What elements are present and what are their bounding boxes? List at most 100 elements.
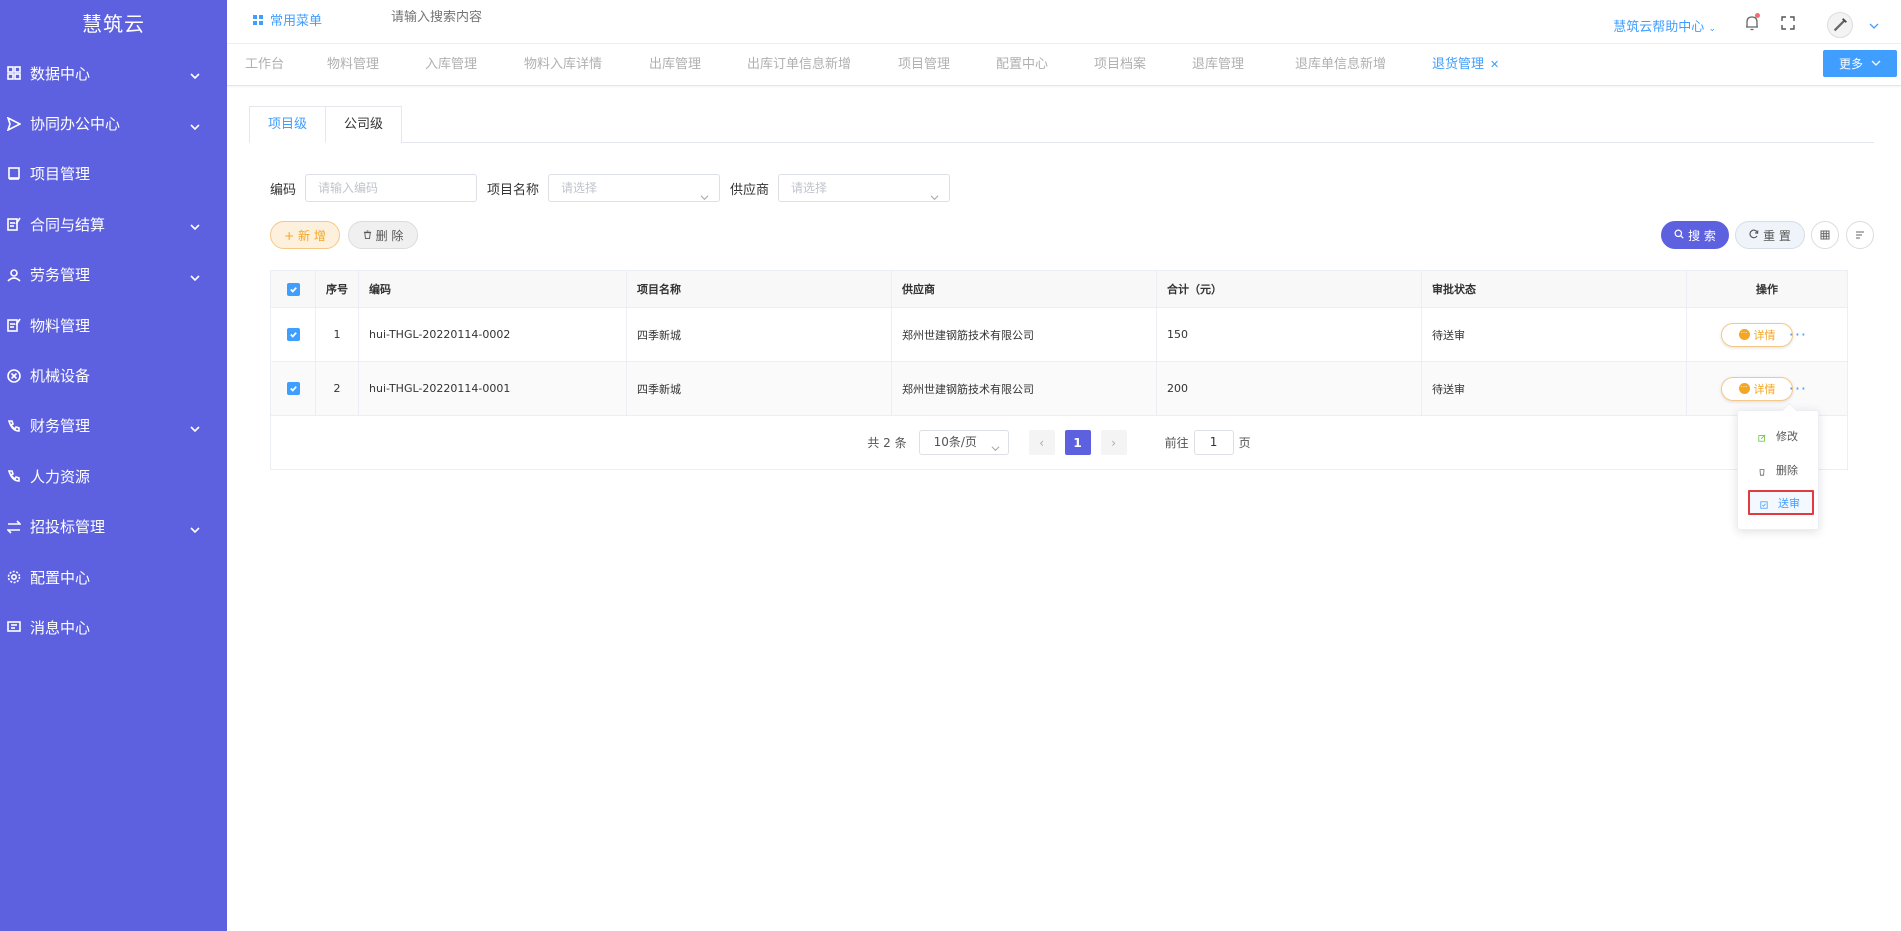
more-circle-icon: ··· — [1738, 329, 1750, 340]
search-button[interactable]: 搜 索 — [1661, 221, 1729, 249]
table-row: 2 hui-THGL-20220114-0001 四季新城 郑州世建钢筋技术有限… — [271, 362, 1847, 416]
message-icon — [6, 619, 22, 635]
tab-project-level[interactable]: 项目级 — [249, 106, 327, 143]
tab-outbound-management[interactable]: 出库管理 — [649, 44, 701, 86]
tab-inbound-management[interactable]: 入库管理 — [425, 44, 477, 86]
more-actions-icon[interactable]: ··· — [1789, 326, 1807, 342]
total-count: 共 2 条 — [867, 436, 907, 450]
help-center-link[interactable]: 慧筑云帮助中心 ⌄ — [1613, 16, 1716, 35]
project-name-select[interactable]: 请选择 — [548, 174, 721, 202]
sidebar-item-label: 配置中心 — [30, 568, 91, 587]
goto-page-input[interactable]: 1 — [1193, 430, 1234, 455]
apps-icon — [253, 14, 263, 25]
sidebar-item-label: 协同办公中心 — [30, 115, 121, 134]
goto-suffix: 页 — [1238, 436, 1251, 450]
chevron-down-icon[interactable] — [1869, 20, 1879, 30]
column-settings-icon[interactable] — [1846, 221, 1874, 249]
book-icon — [6, 166, 22, 182]
tab-label: 物料入库详情 — [524, 57, 603, 72]
goto-prefix: 前往 — [1164, 436, 1189, 450]
chevron-down-icon: ⌄ — [1708, 24, 1716, 34]
sidebar-item-message-center[interactable]: 消息中心 — [0, 602, 227, 652]
reset-button[interactable]: 重 置 — [1735, 221, 1805, 249]
row-checkbox[interactable] — [271, 308, 316, 361]
tab-label: 出库管理 — [649, 57, 702, 72]
code-input[interactable]: 请输入编码 — [305, 174, 478, 202]
refresh-icon — [1749, 228, 1759, 242]
chevron-down-icon — [930, 185, 939, 201]
cell-status: 待送审 — [1422, 308, 1687, 361]
page-number-button[interactable]: 1 — [1064, 430, 1091, 455]
table-header-row: 序号 编码 项目名称 供应商 合计（元） 审批状态 操作 — [271, 271, 1847, 308]
edit-icon — [1758, 432, 1766, 442]
tab-return-goods-management[interactable]: 退货管理 ✕ — [1432, 44, 1499, 86]
tab-label: 入库管理 — [425, 57, 478, 72]
tab-material-management[interactable]: 物料管理 — [327, 44, 379, 86]
chevron-down-icon — [189, 119, 200, 130]
edit-menu-item[interactable]: 修改 — [1748, 423, 1814, 448]
avatar[interactable] — [1827, 12, 1853, 38]
close-icon[interactable]: ✕ — [1490, 58, 1499, 71]
cell-operation: ··· 详情 ··· — [1687, 308, 1847, 361]
cell-project: 四季新城 — [627, 362, 892, 415]
sidebar-item-collab-office[interactable]: 协同办公中心 — [0, 98, 227, 148]
tab-company-level[interactable]: 公司级 — [326, 106, 403, 143]
common-menu-button[interactable]: 常用菜单 — [253, 10, 322, 29]
fullscreen-icon[interactable] — [1780, 15, 1796, 31]
tab-return-stock-management[interactable]: 退库管理 — [1192, 44, 1244, 86]
sidebar-item-label: 招投标管理 — [30, 518, 106, 537]
tab-return-stock-add[interactable]: 退库单信息新增 — [1295, 44, 1386, 86]
column-header-project: 项目名称 — [627, 271, 892, 307]
tab-project-archive[interactable]: 项目档案 — [1094, 44, 1146, 86]
sidebar-item-labor-management[interactable]: 劳务管理 — [0, 250, 227, 300]
cell-code: hui-THGL-20220114-0002 — [359, 308, 627, 361]
select-all-checkbox[interactable] — [271, 271, 316, 307]
sidebar-item-project-management[interactable]: 项目管理 — [0, 149, 227, 199]
delete-button[interactable]: 删 除 — [348, 221, 418, 249]
tab-project-management[interactable]: 项目管理 — [898, 44, 950, 86]
sidebar-item-material-management[interactable]: 物料管理 — [0, 300, 227, 350]
page-size-select[interactable]: 10条/页 — [918, 430, 1009, 455]
scope-tabs: 项目级 公司级 — [249, 106, 1874, 143]
tab-label: 出库订单信息新增 — [747, 57, 852, 72]
detail-button[interactable]: ··· 详情 — [1721, 376, 1793, 401]
delete-label: 删除 — [1776, 463, 1798, 477]
tab-workbench[interactable]: 工作台 — [245, 44, 284, 86]
notification-bell-icon[interactable] — [1743, 13, 1761, 32]
tab-label: 配置中心 — [996, 57, 1049, 72]
tab-label: 项目档案 — [1094, 57, 1147, 72]
sidebar-item-human-resources[interactable]: 人力资源 — [0, 451, 227, 501]
chevron-down-icon — [700, 185, 709, 201]
add-button[interactable]: + 新 增 — [270, 221, 340, 249]
chevron-down-icon — [189, 219, 200, 231]
sidebar-item-machinery[interactable]: 机械设备 — [0, 350, 227, 400]
more-tabs-button[interactable]: 更多 — [1823, 50, 1897, 77]
tab-material-inbound-detail[interactable]: 物料入库详情 — [524, 44, 602, 86]
cell-status: 待送审 — [1422, 362, 1687, 415]
chevron-down-icon — [991, 438, 1000, 452]
global-search-input[interactable] — [391, 10, 591, 25]
next-page-button[interactable]: › — [1100, 430, 1127, 455]
delete-menu-item[interactable]: 删除 — [1748, 457, 1814, 482]
supplier-select[interactable]: 请选择 — [778, 174, 951, 202]
row-checkbox[interactable] — [271, 362, 316, 415]
sidebar-item-config-center[interactable]: 配置中心 — [0, 552, 227, 602]
edit-label: 修改 — [1776, 429, 1798, 443]
sidebar-item-contract-settlement[interactable]: 合同与结算 — [0, 199, 227, 249]
sidebar-item-bidding[interactable]: 招投标管理 — [0, 502, 227, 552]
edit-document-icon — [6, 317, 22, 333]
tab-outbound-order-add[interactable]: 出库订单信息新增 — [747, 44, 851, 86]
sidebar-item-finance[interactable]: 财务管理 — [0, 401, 227, 451]
detail-button[interactable]: ··· 详情 — [1721, 322, 1793, 347]
submit-review-menu-item[interactable]: 送审 — [1748, 490, 1814, 515]
sidebar-item-data-center[interactable]: 数据中心 — [0, 48, 227, 98]
prev-page-button[interactable]: ‹ — [1028, 430, 1055, 455]
cell-operation: ··· 详情 ··· — [1687, 362, 1847, 415]
grid-view-icon[interactable] — [1811, 221, 1839, 249]
swap-icon — [6, 519, 22, 535]
cell-project: 四季新城 — [627, 308, 892, 361]
more-actions-icon[interactable]: ··· — [1789, 380, 1807, 396]
tab-config-center[interactable]: 配置中心 — [996, 44, 1048, 86]
pagination: 共 2 条 10条/页 ‹ 1 › 前往 1 页 — [271, 416, 1847, 469]
column-header-supplier: 供应商 — [892, 271, 1157, 307]
